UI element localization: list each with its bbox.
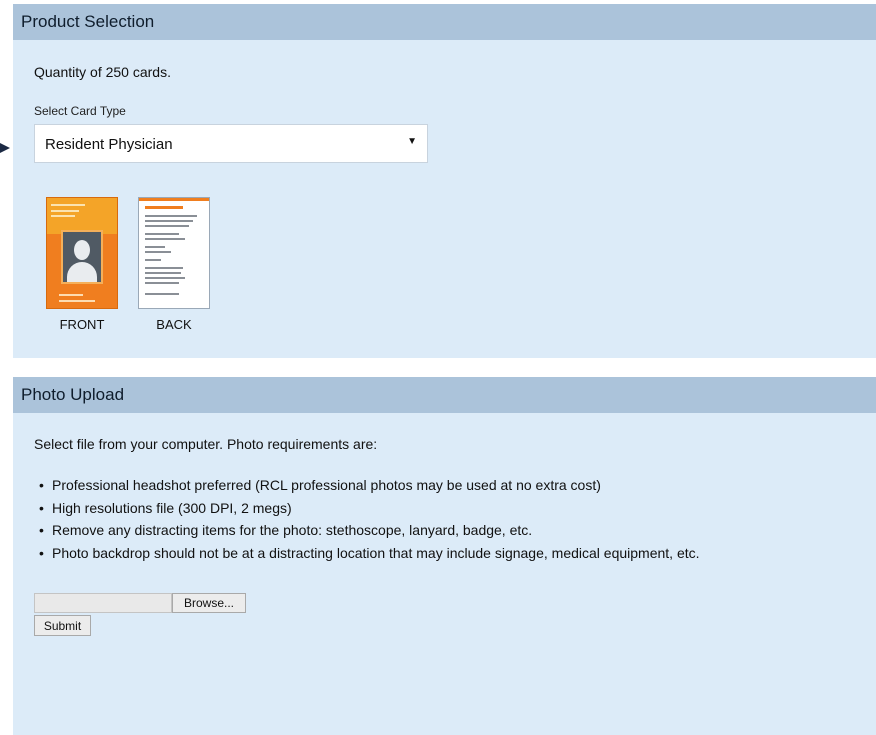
product-selection-header: Product Selection [13, 4, 876, 40]
card-back-text-line [145, 246, 165, 248]
card-back-top-band [139, 198, 209, 201]
card-back-name-line [145, 206, 183, 209]
photo-requirements-list: Professional headshot preferred (RCL pro… [34, 477, 700, 567]
card-back-text-line [145, 259, 161, 261]
silhouette-body [67, 262, 97, 282]
card-back-text-line [145, 251, 171, 253]
card-front-dept-line [51, 215, 75, 217]
list-item: Photo backdrop should not be at a distra… [34, 545, 700, 568]
chevron-down-icon: ▼ [407, 136, 417, 147]
list-item: Professional headshot preferred (RCL pro… [34, 477, 700, 500]
file-path-input[interactable] [34, 593, 172, 613]
photo-requirements-intro: Select file from your computer. Photo re… [34, 436, 378, 452]
quantity-text: Quantity of 250 cards. [34, 64, 171, 80]
card-back-text-line [145, 233, 179, 235]
product-selection-panel: Product Selection Quantity of 250 cards.… [13, 4, 876, 358]
card-type-label: Select Card Type [34, 104, 126, 118]
front-caption: FRONT [59, 317, 105, 332]
photo-upload-panel: Photo Upload Select file from your compu… [13, 377, 876, 735]
card-front-footer-line [59, 294, 83, 296]
submit-button[interactable]: Submit [34, 615, 91, 636]
card-back-text-line [145, 272, 181, 274]
card-type-selected-value: Resident Physician [45, 136, 173, 153]
browse-button[interactable]: Browse... [172, 593, 246, 613]
card-front-preview[interactable] [46, 197, 118, 309]
photo-upload-header: Photo Upload [13, 377, 876, 413]
card-back-text-line [145, 215, 197, 217]
card-back-text-line [145, 277, 185, 279]
silhouette-head [74, 240, 90, 260]
card-front-title-line [51, 210, 79, 212]
card-type-select[interactable]: Resident Physician ▼ [34, 124, 428, 163]
card-back-text-line [145, 225, 189, 227]
pointer-arrow-icon [0, 143, 10, 153]
card-back-text-line [145, 267, 183, 269]
back-caption: BACK [156, 317, 192, 332]
card-back-text-line [145, 238, 185, 240]
card-back-text-line [145, 293, 179, 295]
list-item: High resolutions file (300 DPI, 2 megs) [34, 500, 700, 523]
card-back-text-line [145, 282, 179, 284]
card-front-name-line [51, 204, 85, 206]
person-silhouette-icon [61, 230, 103, 284]
card-back-preview[interactable] [138, 197, 210, 309]
card-back-text-line [145, 220, 193, 222]
list-item: Remove any distracting items for the pho… [34, 522, 700, 545]
card-front-footer-line [59, 300, 95, 302]
